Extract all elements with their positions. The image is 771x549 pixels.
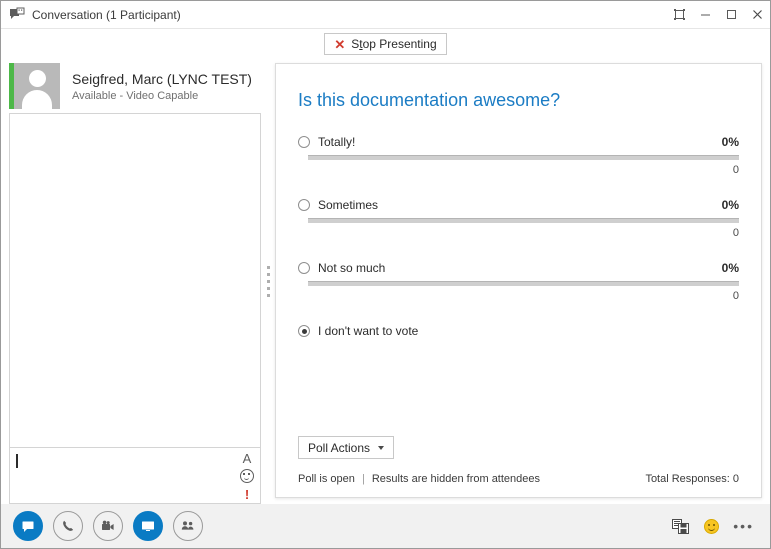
call-button[interactable]: [53, 511, 83, 541]
toolbar-right-tools: •••: [672, 518, 758, 535]
poll-actions-button[interactable]: Poll Actions: [298, 436, 395, 459]
poll-option-radio[interactable]: [298, 199, 310, 211]
more-options-icon[interactable]: •••: [733, 519, 754, 533]
poll-options: Totally! 0% 0 Sometimes 0% 0 Not so much…: [298, 135, 739, 360]
emoticon-icon[interactable]: [237, 468, 257, 484]
poll-option-bar: [308, 218, 739, 223]
message-input[interactable]: [10, 448, 234, 503]
chat-bubble-icon: [22, 521, 34, 532]
popout-button[interactable]: [666, 2, 692, 28]
title-bar: Conversation (1 Participant): [1, 1, 770, 29]
poll-column: Is this documentation awesome? Totally! …: [275, 59, 762, 504]
poll-option-radio[interactable]: [298, 136, 310, 148]
status-separator: |: [361, 473, 365, 485]
compose-area: A !: [9, 448, 261, 504]
poll-option: Totally! 0% 0: [298, 135, 739, 176]
poll-panel: Is this documentation awesome? Totally! …: [275, 63, 762, 498]
participant-header: Seigfred, Marc (LYNC TEST) Available - V…: [9, 59, 261, 113]
maximize-button[interactable]: [718, 2, 744, 28]
poll-option-row[interactable]: Not so much 0%: [298, 261, 739, 275]
people-icon: [181, 521, 194, 530]
compose-tools: A !: [234, 448, 260, 503]
poll-option-label: Sometimes: [318, 198, 379, 212]
participant-name: Seigfred, Marc (LYNC TEST): [72, 70, 252, 87]
close-button[interactable]: [744, 2, 770, 28]
person-avatar-icon: [14, 63, 60, 109]
poll-option: Sometimes 0% 0: [298, 198, 739, 239]
minimize-button[interactable]: [692, 2, 718, 28]
im-column: Seigfred, Marc (LYNC TEST) Available - V…: [9, 59, 261, 504]
message-history-pane[interactable]: [9, 113, 261, 448]
participants-button[interactable]: [173, 511, 203, 541]
poll-option-count: 0: [732, 290, 739, 302]
window-controls: [666, 1, 770, 28]
save-im-icon[interactable]: [672, 518, 690, 535]
text-caret: [16, 454, 18, 468]
poll-option-percent: 0%: [721, 261, 739, 275]
poll-option-bar: [308, 155, 739, 160]
poll-visibility-status: Results are hidden from attendees: [371, 473, 541, 485]
poll-option: Not so much 0% 0: [298, 261, 739, 302]
poll-status-bar: Poll is open | Results are hidden from a…: [298, 473, 739, 485]
poll-open-status: Poll is open: [298, 473, 355, 485]
poll-option-radio[interactable]: [298, 262, 310, 274]
poll-option-percent: 0%: [721, 198, 739, 212]
poll-option-row[interactable]: Totally! 0%: [298, 135, 739, 149]
poll-option-bar: [308, 281, 739, 286]
participant-status: Available - Video Capable: [72, 89, 199, 102]
video-button[interactable]: [93, 511, 123, 541]
poll-option-label: Totally!: [318, 135, 356, 149]
splitter-handle-dots: [266, 266, 270, 297]
poll-spacer: [298, 360, 739, 436]
stop-presenting-button[interactable]: ✕ Stop Presenting: [324, 33, 447, 55]
poll-status-left: Poll is open | Results are hidden from a…: [298, 473, 645, 485]
emoji-icon[interactable]: [704, 518, 720, 534]
phone-icon: [63, 520, 74, 531]
poll-actions-row: Poll Actions: [298, 436, 739, 459]
poll-option-percent: 0%: [721, 135, 739, 149]
poll-option-count: 0: [732, 164, 739, 176]
poll-option-label: I don't want to vote: [318, 324, 419, 338]
conversation-toolbar: •••: [1, 504, 770, 548]
conversation-window: Conversation (1 Participant) ✕ Stop Pres…: [0, 0, 771, 549]
total-responses: Total Responses: 0: [645, 473, 739, 485]
poll-actions-label: Poll Actions: [308, 440, 371, 455]
window-title: Conversation (1 Participant): [32, 7, 181, 22]
poll-option-row[interactable]: Sometimes 0%: [298, 198, 739, 212]
poll-option-radio[interactable]: [298, 325, 310, 337]
font-icon[interactable]: A: [237, 450, 257, 466]
poll-option-count: 0: [732, 227, 739, 239]
monitor-icon: [142, 521, 154, 531]
poll-option-label: Not so much: [318, 261, 386, 275]
high-importance-icon[interactable]: !: [237, 486, 257, 502]
participant-text: Seigfred, Marc (LYNC TEST) Available - V…: [72, 71, 252, 102]
im-button[interactable]: [13, 511, 43, 541]
poll-question: Is this documentation awesome?: [298, 90, 561, 110]
video-camera-icon: [102, 520, 114, 530]
present-bar: ✕ Stop Presenting: [1, 29, 770, 59]
chevron-down-icon: [378, 445, 385, 450]
poll-option-row[interactable]: I don't want to vote: [298, 324, 739, 338]
present-button[interactable]: [133, 511, 163, 541]
conversation-icon: [9, 7, 25, 23]
red-x-icon: ✕: [334, 36, 346, 52]
pane-splitter[interactable]: [261, 59, 275, 504]
conversation-content: Seigfred, Marc (LYNC TEST) Available - V…: [1, 59, 770, 504]
poll-option: I don't want to vote: [298, 324, 739, 338]
stop-presenting-label: Stop Presenting: [351, 37, 437, 51]
